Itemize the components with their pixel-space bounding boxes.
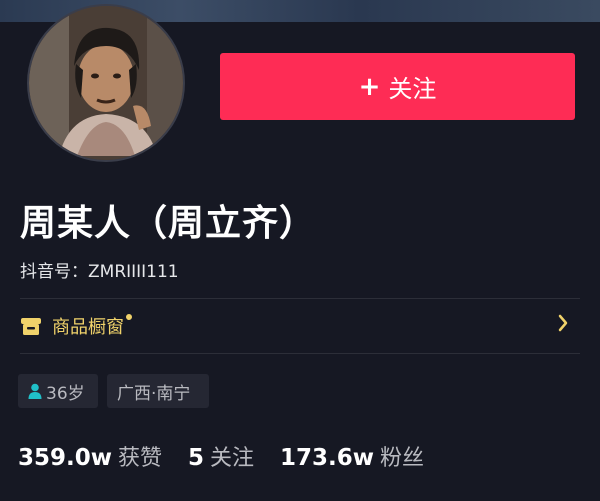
stats-row: 359.0w 获赞 5 关注 173.6w 粉丝 (18, 440, 424, 472)
display-name: 周某人（周立齐） (20, 203, 317, 244)
person-icon (28, 383, 42, 399)
following-count[interactable]: 5 (188, 445, 204, 471)
age-label: 36岁 (46, 383, 85, 404)
avatar[interactable] (27, 4, 185, 162)
follow-button[interactable]: + 关注 (220, 53, 575, 120)
chevron-right-icon (558, 314, 568, 332)
followers-label[interactable]: 粉丝 (380, 440, 424, 472)
follow-button-label: 关注 (388, 75, 437, 103)
shop-icon (21, 318, 41, 335)
divider (20, 298, 580, 299)
likes-label[interactable]: 获赞 (118, 440, 162, 472)
age-tag: 36岁 (18, 374, 98, 408)
location-tag: 广西·南宁 (107, 374, 209, 408)
plus-icon: + (358, 71, 381, 102)
shop-window-row[interactable]: 商品橱窗 (20, 300, 580, 352)
douyin-id: 抖音号：ZMRIIII111 (20, 262, 179, 282)
following-label[interactable]: 关注 (210, 440, 254, 472)
shop-window-label: 商品橱窗 (52, 317, 124, 338)
followers-count[interactable]: 173.6w (280, 445, 374, 471)
notification-dot (126, 314, 132, 320)
likes-count[interactable]: 359.0w (18, 445, 112, 471)
divider (20, 353, 580, 354)
location-label: 广西·南宁 (117, 383, 191, 404)
